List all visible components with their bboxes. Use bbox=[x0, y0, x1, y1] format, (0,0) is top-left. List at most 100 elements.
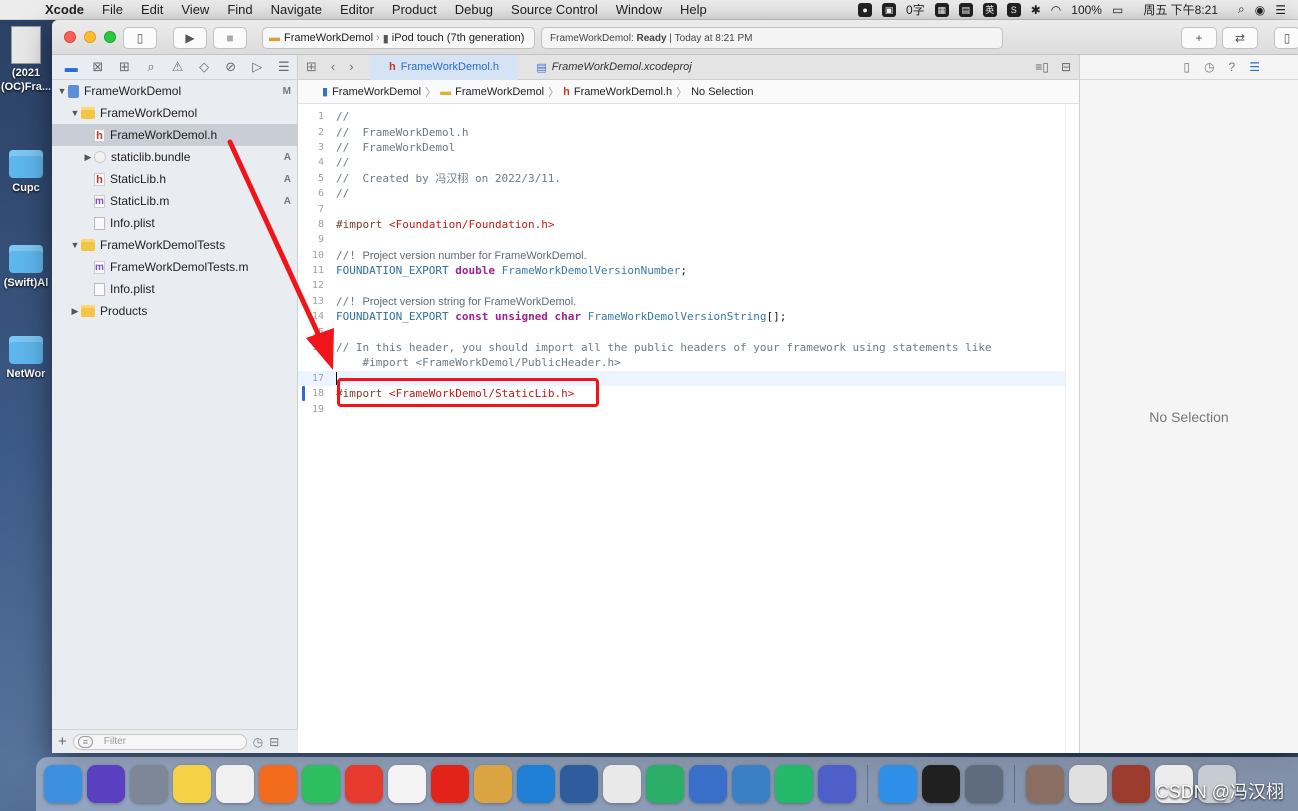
code-line[interactable]: 10 //! Project version number for FrameWo… bbox=[298, 248, 1065, 263]
input-count-status[interactable]: 0字 bbox=[906, 1, 925, 18]
menu-view[interactable]: View bbox=[172, 2, 218, 17]
tree-item[interactable]: ▼ FrameWorkDemol bbox=[52, 102, 297, 124]
pen-app-icon[interactable] bbox=[259, 765, 297, 803]
finder-icon[interactable] bbox=[44, 765, 82, 803]
history-inspector-icon[interactable]: ◷ bbox=[1204, 60, 1214, 74]
photo-thumb-icon[interactable] bbox=[1026, 765, 1064, 803]
code-review-button[interactable]: ⇄ bbox=[1222, 27, 1258, 49]
code-area[interactable]: 1 // 2 // FrameWorkDemol.h 3 // FrameWorkDemo… bbox=[298, 105, 1065, 753]
toggle-navigator-button[interactable]: ▯ bbox=[123, 27, 157, 49]
menu-edit[interactable]: Edit bbox=[132, 2, 172, 17]
netease-music-icon[interactable] bbox=[431, 765, 469, 803]
folder-navigator-icon[interactable]: ▬ bbox=[58, 60, 85, 75]
disclosure-open-icon[interactable]: ▼ bbox=[69, 240, 81, 250]
vscode-icon[interactable] bbox=[517, 765, 555, 803]
clock[interactable]: 周五 下午8:21 bbox=[1143, 1, 1218, 18]
window-thumb-icon[interactable] bbox=[1069, 765, 1107, 803]
report-navigator-icon[interactable]: ☰ bbox=[271, 59, 298, 75]
monitor-icon[interactable]: ▣ bbox=[882, 2, 897, 17]
menu-file[interactable]: File bbox=[93, 2, 132, 17]
menu-navigate[interactable]: Navigate bbox=[262, 2, 331, 17]
notes-icon[interactable] bbox=[173, 765, 211, 803]
photos-app-icon[interactable] bbox=[216, 765, 254, 803]
disclosure-open-icon[interactable]: ▼ bbox=[69, 108, 81, 118]
tree-item[interactable]: m FrameWorkDemolTests.m bbox=[52, 256, 297, 278]
tree-item[interactable]: h FrameWorkDemol.h bbox=[52, 124, 297, 146]
desktop-item-2[interactable]: Cupc bbox=[0, 150, 52, 194]
video-app-icon[interactable] bbox=[818, 765, 856, 803]
code-line[interactable]: 15 bbox=[298, 324, 1065, 339]
code-line[interactable]: 5 // Created by 冯汉栩 on 2022/3/11. bbox=[298, 171, 1065, 186]
tab-framework-header[interactable]: h FrameWorkDemol.h bbox=[370, 54, 518, 80]
battery-icon[interactable]: ▭ bbox=[1112, 3, 1123, 17]
tree-item[interactable]: ▼ FrameWorkDemolTests bbox=[52, 234, 297, 256]
code-line[interactable]: 9 bbox=[298, 232, 1065, 247]
code-line[interactable]: 13 //! Project version string for FrameWo… bbox=[298, 294, 1065, 309]
minimize-window-button[interactable] bbox=[84, 31, 96, 43]
scheme-selector[interactable]: ▬ FrameWorkDemol › ▮ iPod touch (7th gen… bbox=[262, 27, 535, 49]
quicktime-icon[interactable] bbox=[965, 765, 1003, 803]
change-marker[interactable] bbox=[302, 386, 305, 402]
filter-options-icon[interactable]: ≡ bbox=[77, 735, 94, 748]
code-line[interactable]: 1 // bbox=[298, 109, 1065, 124]
file-inspector-icon[interactable]: ▯ bbox=[1183, 60, 1190, 74]
battery-level[interactable]: 100% bbox=[1071, 3, 1102, 17]
app-status-icon-3[interactable]: S bbox=[1006, 2, 1021, 17]
siri-menu-icon[interactable]: ◉ bbox=[1255, 3, 1265, 17]
code-line[interactable]: 7 bbox=[298, 201, 1065, 216]
menu-find[interactable]: Find bbox=[218, 2, 261, 17]
bluetooth-icon[interactable]: ✱ bbox=[1031, 3, 1041, 17]
code-line[interactable]: 8 #import <Foundation/Foundation.h> bbox=[298, 217, 1065, 232]
terminal-icon[interactable] bbox=[922, 765, 960, 803]
input-method-icon[interactable]: 英 bbox=[982, 2, 997, 17]
test-navigator-icon[interactable]: ◇ bbox=[191, 59, 218, 75]
tree-project-root[interactable]: ▼ FrameWorkDemol M bbox=[52, 80, 297, 102]
filter-input[interactable]: ≡ Filter bbox=[72, 733, 247, 750]
scm-filter-icon[interactable]: ⊟ bbox=[269, 735, 279, 749]
code-line[interactable]: 11 FOUNDATION_EXPORT double FrameWorkDemo… bbox=[298, 263, 1065, 278]
launchpad-icon[interactable] bbox=[130, 765, 168, 803]
xcode-instruments-icon[interactable] bbox=[689, 765, 727, 803]
wifi-icon[interactable]: ◠ bbox=[1051, 3, 1061, 17]
code-line[interactable]: 3 // FrameWorkDemol bbox=[298, 140, 1065, 155]
menu-app-name[interactable]: Xcode bbox=[36, 2, 93, 17]
desktop-item-3[interactable]: (Swift)Al bbox=[0, 245, 52, 289]
code-line[interactable]: 4 // bbox=[298, 155, 1065, 170]
disclosure-open-icon[interactable]: ▼ bbox=[56, 86, 68, 96]
evernote-icon[interactable] bbox=[302, 765, 340, 803]
code-line[interactable]: 12 bbox=[298, 278, 1065, 293]
sourcetree-icon[interactable] bbox=[560, 765, 598, 803]
palette-app-icon[interactable] bbox=[474, 765, 512, 803]
issue-navigator-icon[interactable]: ⚠ bbox=[164, 59, 191, 75]
menu-debug[interactable]: Debug bbox=[446, 2, 502, 17]
chrome-icon[interactable] bbox=[603, 765, 641, 803]
desktop-item-4[interactable]: NetWor bbox=[0, 336, 52, 380]
source-control-icon[interactable]: ⊠ bbox=[85, 59, 112, 75]
find-navigator-icon[interactable]: ⌕ bbox=[138, 59, 165, 75]
android-studio-icon[interactable] bbox=[732, 765, 770, 803]
wps-icon[interactable] bbox=[345, 765, 383, 803]
code-line[interactable]: 6 // bbox=[298, 186, 1065, 201]
jump-file[interactable]: FrameWorkDemol.h bbox=[574, 86, 672, 98]
jump-group[interactable]: FrameWorkDemol bbox=[455, 86, 544, 98]
attributes-inspector-icon[interactable]: ☰ bbox=[1249, 60, 1260, 74]
tab-xcodeproj[interactable]: ▤ FrameWorkDemol.xcodeproj bbox=[518, 55, 710, 80]
code-line[interactable]: #import <FrameWorkDemol/PublicHeader.h> bbox=[298, 355, 1065, 370]
disclosure-closed-icon[interactable]: ▶ bbox=[69, 306, 81, 317]
library-button[interactable]: + bbox=[1181, 27, 1217, 49]
code-line[interactable]: 16 // In this header, you should import a… bbox=[298, 340, 1065, 355]
toggle-inspector-button[interactable]: ▯ bbox=[1274, 27, 1298, 49]
tree-item[interactable]: m StaticLib.m A bbox=[52, 190, 297, 212]
hierarchy-icon[interactable]: ⊞ bbox=[111, 59, 138, 75]
spotlight-search-icon[interactable]: ⌕ bbox=[1238, 2, 1245, 17]
media-player-icon[interactable] bbox=[775, 765, 813, 803]
stop-button[interactable]: ■ bbox=[213, 27, 247, 49]
editor-options-icon[interactable]: ≡▯ bbox=[1035, 60, 1049, 74]
forward-chevron-icon[interactable]: › bbox=[349, 59, 353, 75]
run-button[interactable]: ▶ bbox=[173, 27, 207, 49]
app-status-icon-1[interactable]: ▦ bbox=[934, 2, 949, 17]
split-editor-icon[interactable]: ⊟ bbox=[1061, 60, 1071, 74]
debug-navigator-icon[interactable]: ⊘ bbox=[217, 59, 244, 75]
record-icon[interactable]: ● bbox=[858, 2, 873, 17]
tree-item[interactable]: ▶ Products bbox=[52, 300, 297, 322]
